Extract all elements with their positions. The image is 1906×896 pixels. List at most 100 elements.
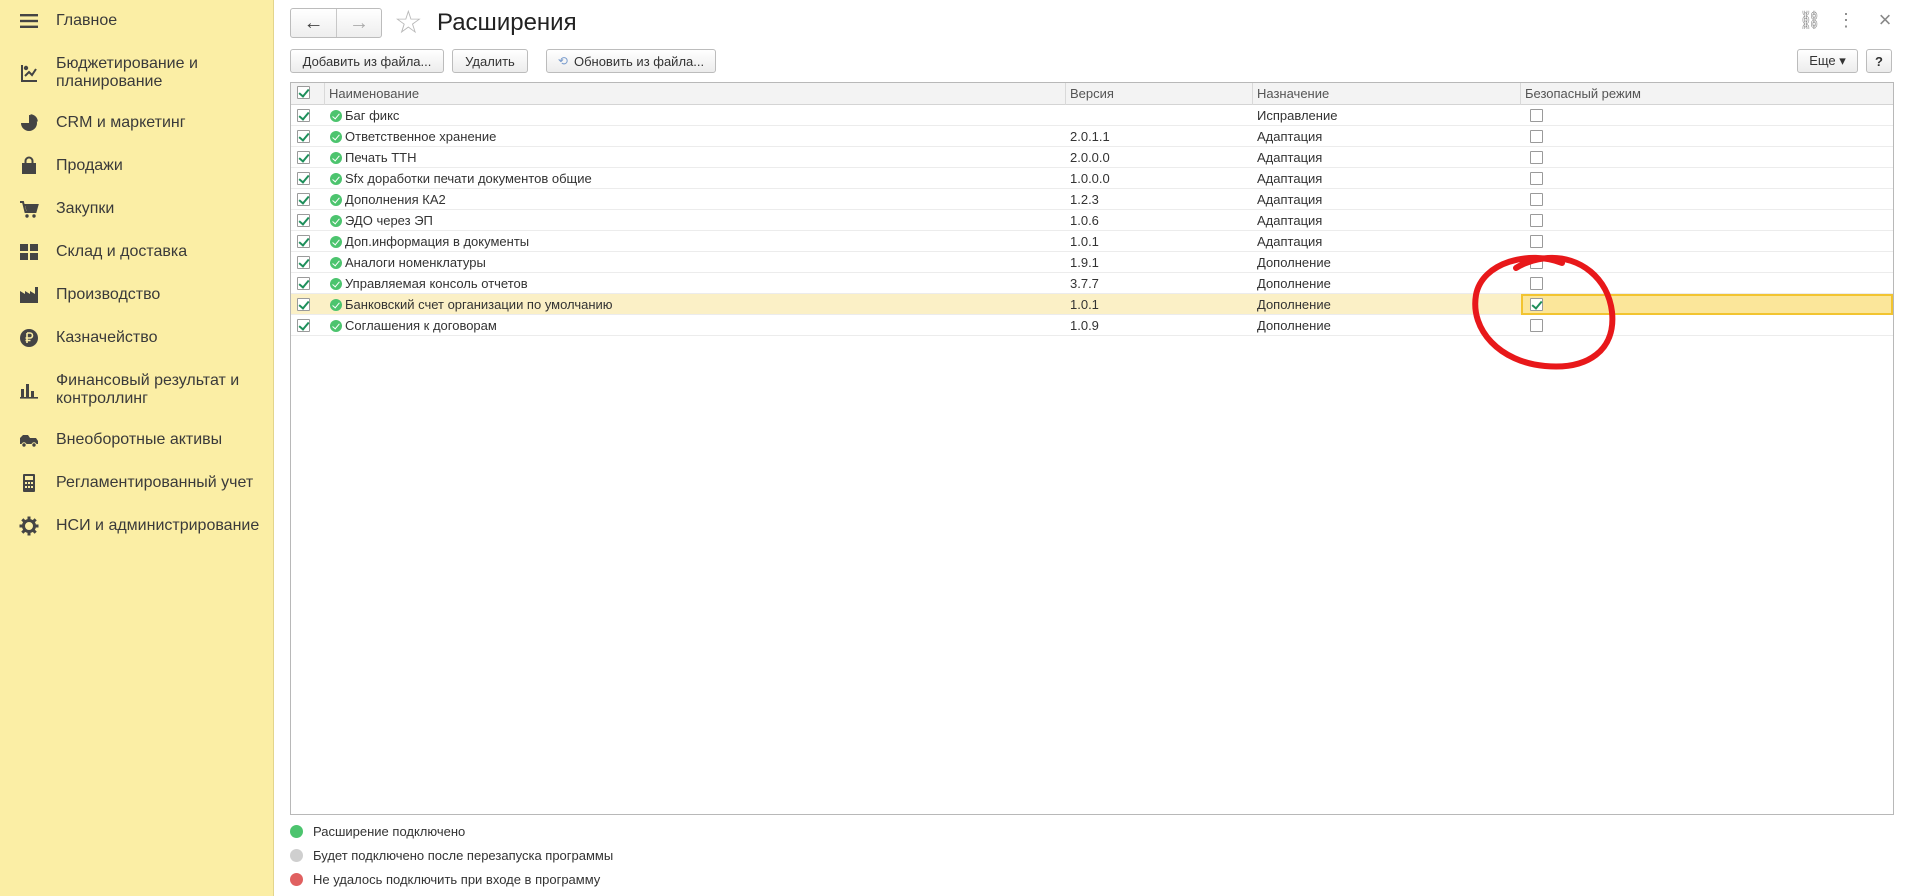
safe-mode-checkbox[interactable] <box>1530 214 1543 227</box>
cell-name: Sfx доработки печати документов общие <box>345 171 592 186</box>
calculator-icon <box>18 472 40 494</box>
header-purpose[interactable]: Назначение <box>1253 83 1521 105</box>
header-version[interactable]: Версия <box>1066 83 1253 105</box>
ruble-coin-icon <box>18 327 40 349</box>
shopping-bag-icon <box>18 155 40 177</box>
table-row[interactable]: Sfx доработки печати документов общие 1.0… <box>291 168 1893 189</box>
delete-button[interactable]: Удалить <box>452 49 528 73</box>
extensions-table: Наименование Версия Назначение Безопасны… <box>290 82 1894 815</box>
enabled-checkbox[interactable] <box>297 193 310 206</box>
sidebar-item-label: Склад и доставка <box>56 243 188 260</box>
cell-version <box>1066 105 1253 126</box>
cell-version: 1.0.0.0 <box>1070 171 1110 186</box>
cell-version: 1.0.9 <box>1070 318 1099 333</box>
safe-mode-checkbox[interactable] <box>1530 109 1543 122</box>
sidebar-item-production[interactable]: Производство <box>0 283 274 307</box>
table-row[interactable]: Дополнения КА2 1.2.3 Адаптация <box>291 189 1893 210</box>
update-from-file-button[interactable]: ⟲ Обновить из файла... <box>546 49 716 73</box>
sidebar-item-treasury[interactable]: Казначейство <box>0 326 274 350</box>
safe-mode-checkbox[interactable] <box>1530 235 1543 248</box>
bar-chart-icon <box>18 379 40 401</box>
legend-pending: Будет подключено после перезапуска прогр… <box>290 848 613 863</box>
enabled-checkbox[interactable] <box>297 277 310 290</box>
back-button[interactable]: ← <box>291 9 336 37</box>
page-title: Расширения <box>437 9 577 36</box>
sidebar-item-finresult[interactable]: Финансовый результат и контроллинг <box>0 370 274 410</box>
help-button[interactable]: ? <box>1866 49 1892 73</box>
safe-mode-checkbox[interactable] <box>1530 277 1543 290</box>
sidebar-item-label: Казначейство <box>56 329 158 346</box>
sidebar: Главное Бюджетирование и планирование CR… <box>0 0 274 896</box>
cell-purpose: Адаптация <box>1257 213 1323 228</box>
cell-purpose: Адаптация <box>1257 171 1323 186</box>
enabled-checkbox[interactable] <box>297 298 310 311</box>
status-pending-icon <box>290 849 303 862</box>
refresh-file-icon: ⟲ <box>557 54 568 68</box>
table-row[interactable]: Доп.информация в документы 1.0.1 Адаптация <box>291 231 1893 252</box>
cell-purpose: Дополнение <box>1257 318 1331 333</box>
cell-name: Баг фикс <box>345 108 400 123</box>
enabled-checkbox[interactable] <box>297 109 310 122</box>
sidebar-item-label: Главное <box>56 12 118 29</box>
enabled-checkbox[interactable] <box>297 151 310 164</box>
sidebar-item-admin[interactable]: НСИ и администрирование <box>0 514 274 538</box>
safe-mode-checkbox[interactable] <box>1530 319 1543 332</box>
cell-name: Аналоги номенклатуры <box>345 255 486 270</box>
cell-purpose: Исправление <box>1257 108 1338 123</box>
favorite-star-icon[interactable]: ☆ <box>394 6 423 38</box>
link-icon[interactable]: ⛓ <box>1798 10 1822 31</box>
safe-mode-checkbox[interactable] <box>1530 130 1543 143</box>
legend-connected: Расширение подключено <box>290 824 465 839</box>
cart-icon <box>18 198 40 220</box>
sidebar-item-label: НСИ и администрирование <box>56 517 260 534</box>
safe-mode-checkbox[interactable] <box>1530 256 1543 269</box>
sidebar-item-fixed-assets[interactable]: Внеоборотные активы <box>0 428 274 452</box>
sidebar-item-label: Внеоборотные активы <box>56 431 223 448</box>
safe-mode-checkbox[interactable] <box>1530 193 1543 206</box>
sidebar-item-label: Регламентированный учет <box>56 474 254 491</box>
safe-mode-checkbox[interactable] <box>1530 172 1543 185</box>
sidebar-item-purchases[interactable]: Закупки <box>0 197 274 221</box>
header-name[interactable]: Наименование <box>325 83 1066 105</box>
cell-purpose: Дополнение <box>1257 255 1331 270</box>
sidebar-item-budgeting[interactable]: Бюджетирование и планирование <box>0 53 274 93</box>
sidebar-item-regulated[interactable]: Регламентированный учет <box>0 471 274 495</box>
enabled-checkbox[interactable] <box>297 130 310 143</box>
sidebar-item-main[interactable]: Главное <box>0 9 274 33</box>
safe-mode-checkbox[interactable] <box>1530 298 1543 311</box>
sidebar-item-sales[interactable]: Продажи <box>0 154 274 178</box>
enabled-checkbox[interactable] <box>297 256 310 269</box>
close-icon[interactable]: × <box>1873 7 1897 33</box>
more-actions-icon[interactable]: ⋮ <box>1834 10 1858 31</box>
header-safe-mode[interactable]: Безопасный режим <box>1521 83 1893 105</box>
enabled-checkbox[interactable] <box>297 172 310 185</box>
history-nav: ← → <box>290 8 382 38</box>
table-row[interactable]: Баг фикс Исправление <box>291 105 1893 126</box>
table-row[interactable]: Банковский счет организации по умолчанию… <box>291 294 1893 315</box>
more-button[interactable]: Еще ▾ <box>1797 49 1858 73</box>
cell-name: Доп.информация в документы <box>345 234 530 249</box>
table-row[interactable]: Управляемая консоль отчетов 3.7.7 Дополнен… <box>291 273 1893 294</box>
cell-version: 1.2.3 <box>1070 192 1099 207</box>
cell-name: ЭДО через ЭП <box>345 213 433 228</box>
safe-mode-checkbox[interactable] <box>1530 151 1543 164</box>
cell-version: 1.0.6 <box>1070 213 1099 228</box>
cell-version: 1.9.1 <box>1070 255 1099 270</box>
sidebar-item-crm[interactable]: CRM и маркетинг <box>0 111 274 135</box>
table-row[interactable]: Соглашения к договорам 1.0.9 Дополнение <box>291 315 1893 336</box>
sidebar-item-warehouse[interactable]: Склад и доставка <box>0 240 274 264</box>
table-row[interactable]: Печать ТТН 2.0.0.0 Адаптация <box>291 147 1893 168</box>
add-from-file-button[interactable]: Добавить из файла... <box>290 49 444 73</box>
forward-button[interactable]: → <box>335 9 381 37</box>
table-row[interactable]: Ответственное хранение 2.0.1.1 Адаптация <box>291 126 1893 147</box>
cell-version: 1.0.1 <box>1070 234 1099 249</box>
enabled-checkbox[interactable] <box>297 235 310 248</box>
status-failed-icon <box>290 873 303 886</box>
sidebar-item-label: Закупки <box>56 200 115 217</box>
table-row[interactable]: ЭДО через ЭП 1.0.6 Адаптация <box>291 210 1893 231</box>
budget-icon <box>18 62 40 84</box>
header-enabled-col[interactable] <box>291 83 325 105</box>
table-row[interactable]: Аналоги номенклатуры 1.9.1 Дополнение <box>291 252 1893 273</box>
enabled-checkbox[interactable] <box>297 319 310 332</box>
enabled-checkbox[interactable] <box>297 214 310 227</box>
